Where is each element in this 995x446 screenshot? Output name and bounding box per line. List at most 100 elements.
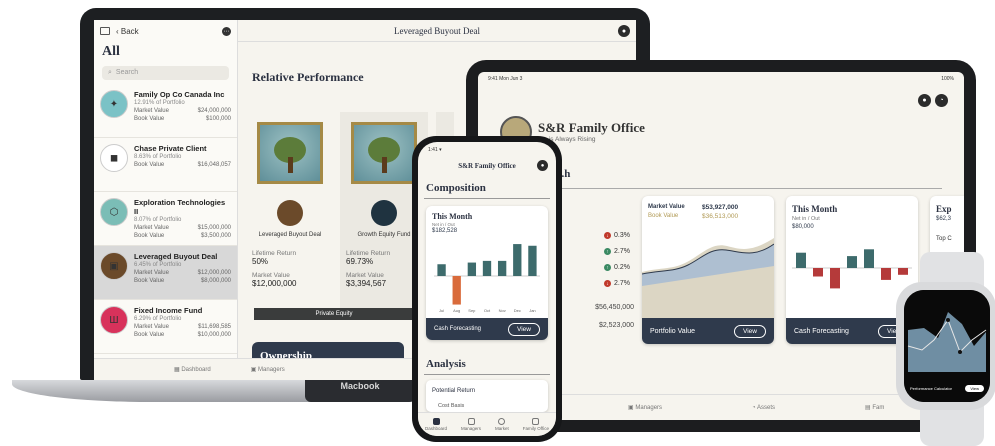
account-logo-icon: ▣: [100, 252, 128, 280]
device-mockup-stage: ‹ Back ⋯ All ⌕ Search ✦ Family Op Co Can…: [0, 0, 995, 446]
phone-title: S&R Family Office: [458, 162, 516, 170]
tm-footer-label: Cash Forecasting: [794, 327, 849, 335]
account-list: ✦ Family Op Co Canada Inc 12.91% of Port…: [94, 84, 237, 380]
chart-tick-label: Nov: [499, 308, 506, 313]
phone-this-month-card[interactable]: This Month Net in / Out $182,528 Jul Aug S…: [426, 206, 548, 340]
account-mv-label: Book Value: [134, 162, 165, 168]
account-mv-row: Market Value $12,000,000: [134, 269, 231, 277]
notification-icon[interactable]: ●: [537, 160, 548, 171]
exp-sub: Top C: [936, 236, 952, 242]
search-input[interactable]: ⌕ Search: [102, 66, 229, 80]
tab-managers-label: Managers: [461, 426, 482, 431]
notification-icon[interactable]: ●: [618, 25, 630, 37]
sidebar-toggle-icon[interactable]: [100, 27, 110, 35]
account-bv-label: Book Value: [134, 332, 165, 338]
ipad-value-2: $2,523,000: [598, 322, 634, 329]
private-equity-bar[interactable]: Private Equity: [254, 308, 414, 320]
accounts-sidebar: ‹ Back ⋯ All ⌕ Search ✦ Family Op Co Can…: [94, 20, 238, 380]
pv-book-value: $36,513,000: [702, 213, 739, 220]
change-arrow-icon: ↓: [604, 232, 611, 239]
account-mv: $16,048,057: [197, 162, 231, 168]
phone-cash-bar-chart: Jul Aug Sep Oct Nov Dec Jan: [434, 244, 540, 313]
performance-row: ↓ 0.3%: [604, 232, 630, 239]
account-pct: 12.91% of Portfolio: [134, 100, 185, 106]
account-name: Fixed Income Fund: [134, 306, 203, 315]
fund-column[interactable]: Leveraged Buyout Deal Lifetime Return 50…: [246, 112, 334, 317]
account-name: Family Op Co Canada Inc: [134, 90, 225, 99]
account-pct: 6.29% of Portfolio: [134, 316, 182, 322]
watch-footer: Performance Calculator View: [910, 385, 984, 392]
chart-bar: [830, 268, 840, 289]
detail-header: Leveraged Buyout Deal ●: [238, 20, 636, 42]
performance-row: ↑ 2.7%: [604, 248, 630, 255]
account-mv: $12,000,000: [197, 270, 231, 276]
potential-return-card[interactable]: Potential Return Cost Basis: [426, 380, 548, 412]
chart-bar: [497, 260, 507, 276]
tab-dashboard[interactable]: Dashboard: [425, 418, 447, 431]
ipad-header-icons: ● ◔: [918, 94, 948, 107]
account-mv-label: Market Value: [134, 225, 169, 231]
account-mv-label: Market Value: [134, 270, 169, 276]
account-row[interactable]: ✦ Family Op Co Canada Inc 12.91% of Port…: [94, 84, 237, 138]
pv-footer-label: Portfolio Value: [650, 327, 696, 335]
performance-row: ↓ 2.7%: [604, 280, 630, 287]
phone-view-button[interactable]: View: [508, 322, 540, 336]
search-icon: ⌕: [108, 69, 112, 76]
account-bv-row: Book Value $100,000: [134, 115, 231, 123]
tab-dashboard[interactable]: ▦ Dashboard: [174, 366, 211, 373]
tab-managers[interactable]: ▣ Managers: [251, 366, 285, 373]
tab-market[interactable]: Market: [495, 418, 509, 431]
tab-managers[interactable]: Managers: [461, 418, 481, 431]
phone-tab-bar: Dashboard Managers Market Family Office: [418, 412, 556, 436]
tab-managers-label: Managers: [258, 367, 285, 373]
more-icon[interactable]: ⋯: [222, 26, 231, 36]
profile-icon[interactable]: ◔: [935, 94, 948, 107]
account-row[interactable]: ▣ Leveraged Buyout Deal 6.45% of Portfol…: [94, 246, 237, 300]
account-row[interactable]: ◼ Chase Private Client 8.63% of Portfoli…: [94, 138, 237, 192]
account-bv: $3,500,000: [200, 233, 231, 239]
phone-card-sub: Net in / Out: [432, 222, 455, 227]
pv-mv-label: Market Value: [648, 204, 685, 210]
chart-bar: [467, 262, 477, 276]
back-button[interactable]: ‹ Back: [116, 27, 139, 36]
account-bv-label: Book Value: [134, 233, 165, 239]
tab-market-label: Market: [495, 426, 509, 431]
pv-market-value: $53,927,000: [702, 204, 739, 211]
tree-artwork: [354, 125, 414, 181]
portfolio-value-card[interactable]: Market Value $53,927,000 Book Value $36,…: [642, 196, 774, 344]
tm-value: $80,000: [792, 224, 814, 230]
account-mv-row: Market Value $11,698,585: [134, 323, 231, 331]
account-bv-row: Book Value $8,000,000: [134, 277, 231, 285]
relative-performance-title: Relative Performance: [252, 70, 364, 84]
chart-bar: [881, 268, 891, 280]
tab-assets[interactable]: ◔ Assets: [752, 405, 775, 411]
account-bv-label: Book Value: [134, 278, 165, 284]
account-mv: $11,698,585: [198, 324, 231, 330]
detail-title: Leveraged Buyout Deal: [394, 25, 480, 36]
account-name: Leveraged Buyout Deal: [134, 252, 218, 261]
chart-bar: [898, 268, 908, 275]
notification-icon[interactable]: ●: [918, 94, 931, 107]
fund-artwork: [351, 122, 417, 184]
tab-managers[interactable]: ▣ Managers: [628, 404, 662, 411]
tab-family-office[interactable]: Family Office: [523, 418, 549, 431]
pv-view-button[interactable]: View: [734, 324, 766, 338]
account-row[interactable]: ⬡ Exploration Technologies II 8.07% of P…: [94, 192, 237, 246]
watch-view-button[interactable]: View: [965, 385, 984, 392]
tab-family-office-label: Family Office: [522, 426, 549, 431]
tab-family[interactable]: ▤ Fam: [865, 404, 884, 411]
managers-icon: [467, 418, 475, 425]
account-bv-row: Book Value $3,500,000: [134, 232, 231, 240]
tree-trunk: [288, 157, 293, 173]
performance-value: 0.3%: [614, 232, 630, 239]
account-row[interactable]: Ш Fixed Income Fund 6.29% of Portfolio M…: [94, 300, 237, 354]
account-pct: 8.63% of Portfolio: [134, 154, 182, 160]
account-bv: $8,000,000: [200, 278, 231, 284]
fund-logo-icon: [371, 200, 397, 226]
phone-card-value: $182,528: [432, 228, 458, 234]
account-mv-label: Market Value: [134, 324, 169, 330]
chart-tick-label: Dec: [514, 308, 521, 313]
fund-name: Leveraged Buyout Deal: [258, 232, 322, 238]
account-body: Chase Private Client 8.63% of Portfolio …: [134, 144, 231, 185]
back-label: Back: [120, 26, 139, 36]
